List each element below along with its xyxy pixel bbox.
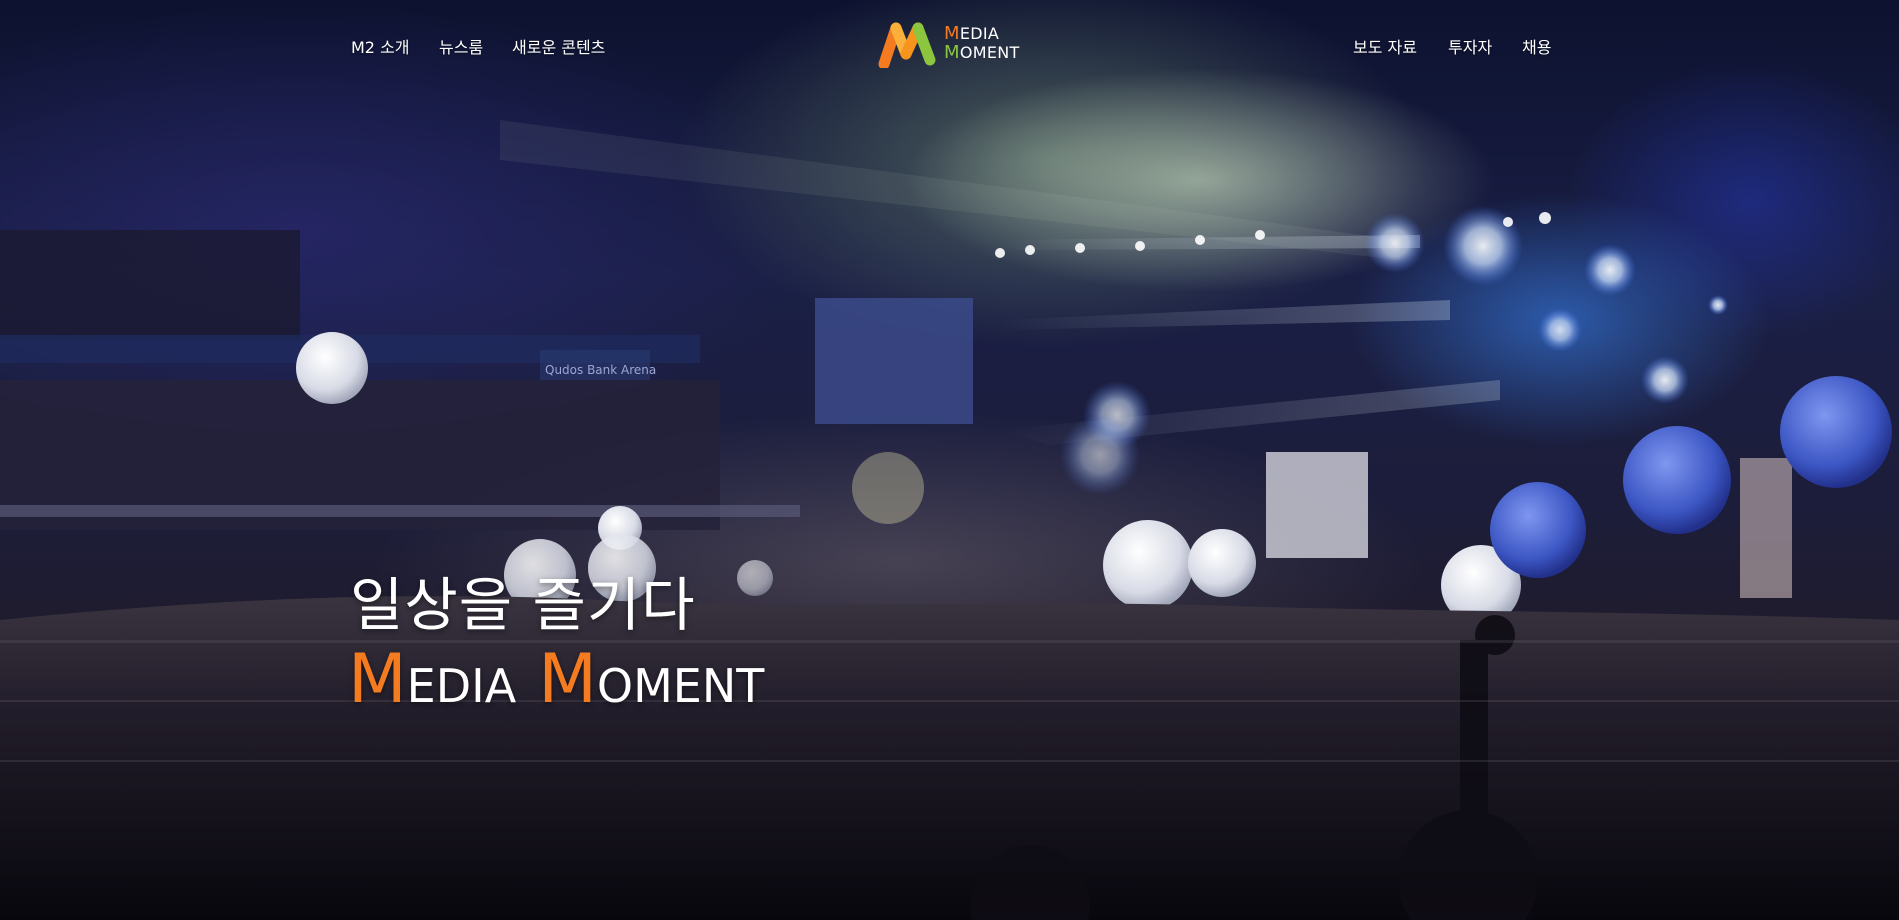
nav-link-new-content[interactable]: 새로운 콘텐츠 — [512, 34, 605, 58]
media-moment-logo[interactable]: MEDIA MOMENT — [878, 22, 1028, 68]
hero-brand-tagline: MEDIA MOMENT — [348, 646, 765, 716]
brand-media-initial: M — [348, 640, 407, 719]
nav-link-about-m2[interactable]: M2 소개 — [351, 34, 410, 58]
logo-line-moment: MOMENT — [944, 43, 1020, 62]
brand-media-rest: EDIA — [406, 659, 517, 713]
hero-headline: 일상을 즐기다 — [350, 571, 696, 639]
nav-link-careers[interactable]: 채용 — [1522, 34, 1551, 58]
logo-wordmark: MEDIA MOMENT — [944, 24, 1020, 62]
logo-media-rest: EDIA — [959, 24, 1000, 43]
brand-moment-initial: M — [538, 640, 597, 719]
hero-background-concert-image: Qudos Bank Arena — [0, 0, 1899, 920]
logo-moment-initial: M — [944, 42, 960, 63]
logo-m-mark-icon — [878, 22, 936, 68]
concert-scene-illustration: Qudos Bank Arena — [0, 120, 1899, 920]
arena-sign: Qudos Bank Arena — [545, 363, 656, 377]
nav-link-press-release[interactable]: 보도 자료 — [1353, 34, 1417, 58]
nav-link-newsroom[interactable]: 뉴스룸 — [439, 34, 483, 58]
logo-media-initial: M — [944, 23, 960, 44]
brand-moment-rest: OMENT — [596, 659, 765, 713]
logo-line-media: MEDIA — [944, 24, 1020, 43]
nav-link-investors[interactable]: 투자자 — [1448, 34, 1492, 58]
logo-moment-rest: OMENT — [959, 43, 1020, 62]
